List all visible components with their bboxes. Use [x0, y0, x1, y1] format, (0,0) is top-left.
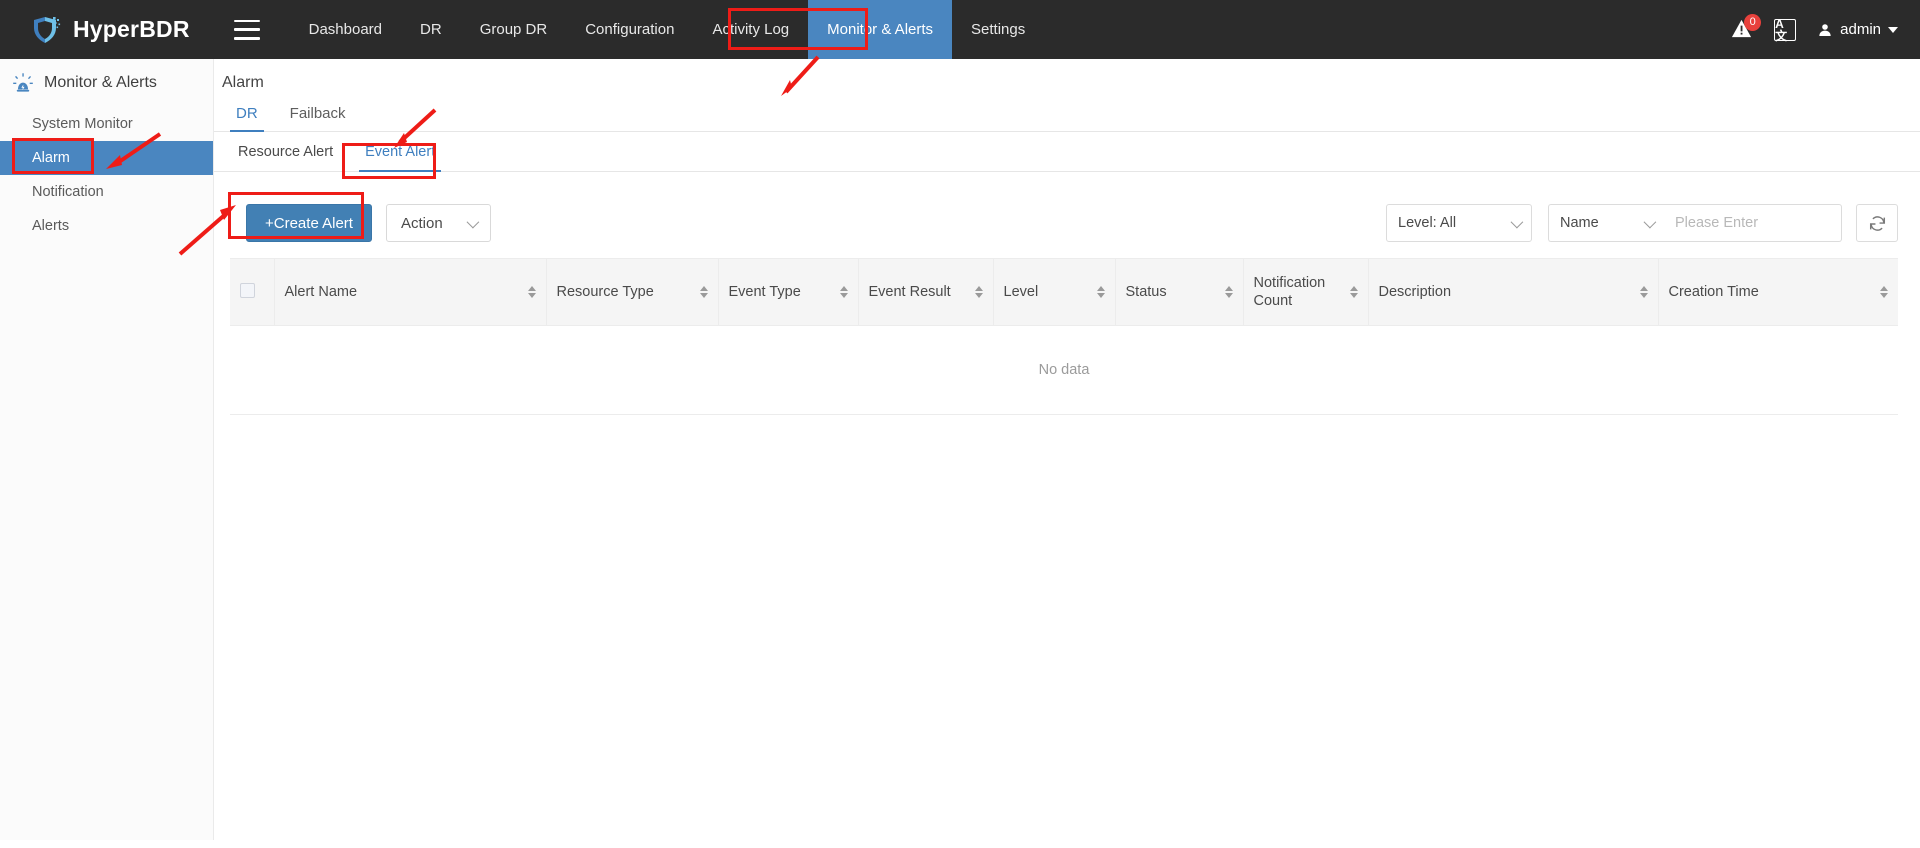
user-avatar-icon [1819, 23, 1831, 36]
secondary-tabs: Resource Alert Event Alert [214, 132, 1920, 172]
tab-failback[interactable]: Failback [276, 105, 364, 131]
table-filters: Level: All Name [1386, 204, 1898, 242]
language-label: A文 [1775, 16, 1788, 43]
sidebar-item-alerts[interactable]: Alerts [0, 209, 213, 243]
nav-item-monitor-alerts[interactable]: Monitor & Alerts [808, 0, 953, 59]
main-nav-items: Dashboard DR Group DR Configuration Acti… [290, 0, 1045, 59]
chevron-down-icon [466, 215, 479, 228]
nav-item-dashboard[interactable]: Dashboard [290, 0, 401, 59]
sidebar-title-label: Monitor & Alerts [44, 74, 157, 91]
sidebar-item-system-monitor[interactable]: System Monitor [0, 107, 213, 141]
sort-icon[interactable] [1880, 286, 1888, 299]
event-alert-table: Alert Name Resource Type Event Type Even… [230, 257, 1898, 416]
sidebar: Monitor & Alerts System Monitor Alarm No… [0, 59, 214, 840]
shield-logo-icon [34, 16, 61, 43]
column-event-type[interactable]: Event Type [718, 257, 859, 327]
nav-item-settings[interactable]: Settings [952, 0, 1044, 59]
column-label: Level [1003, 284, 1039, 301]
table-header: Alert Name Resource Type Event Type Even… [230, 257, 1898, 327]
sort-icon[interactable] [527, 286, 536, 299]
empty-state-text: No data [230, 325, 1898, 416]
nav-item-group-dr[interactable]: Group DR [461, 0, 567, 59]
nav-item-dr[interactable]: DR [401, 0, 461, 59]
level-filter-select[interactable]: Level: All [1386, 204, 1532, 242]
action-dropdown[interactable]: Action [385, 204, 491, 242]
column-creation-time[interactable]: Creation Time [1658, 257, 1898, 327]
hamburger-line [233, 19, 260, 23]
alarm-siren-icon [13, 73, 33, 92]
select-all-column [230, 257, 275, 327]
column-label: Resource Type [556, 284, 654, 301]
sidebar-item-notification[interactable]: Notification [0, 175, 213, 209]
column-status[interactable]: Status [1115, 257, 1244, 327]
search-field-label: Name [1560, 215, 1599, 231]
chevron-down-icon [1643, 215, 1657, 228]
sort-icon[interactable] [699, 286, 708, 299]
sidebar-title: Monitor & Alerts [0, 59, 213, 107]
column-event-result[interactable]: Event Result [858, 257, 994, 327]
top-bar-right-actions: 0 A文 admin [1730, 13, 1898, 43]
alerts-notification-button[interactable]: 0 [1730, 13, 1762, 43]
page-title: Alarm [222, 74, 264, 91]
main-content: Alarm DR Failback Resource Alert Event A… [214, 59, 1920, 848]
chevron-down-icon [1888, 26, 1898, 33]
column-label: Event Type [728, 284, 801, 301]
sort-icon[interactable] [1639, 286, 1648, 299]
column-description[interactable]: Description [1368, 257, 1659, 327]
empty-state-row: No data [230, 325, 1898, 416]
level-filter-label: Level: All [1398, 215, 1457, 231]
hamburger-line [233, 28, 260, 31]
nav-item-configuration[interactable]: Configuration [566, 0, 693, 59]
column-label: Creation Time [1668, 284, 1759, 301]
refresh-button[interactable] [1856, 204, 1898, 242]
action-dropdown-label: Action [400, 214, 443, 232]
sort-icon[interactable] [1349, 286, 1358, 299]
top-navigation-bar: HyperBDR Dashboard DR Group DR Configura… [0, 0, 1920, 59]
tab-dr[interactable]: DR [222, 105, 276, 132]
nav-item-activity-log[interactable]: Activity Log [693, 0, 808, 59]
sort-icon[interactable] [974, 286, 983, 299]
user-name-label: admin [1840, 21, 1881, 38]
create-alert-button[interactable]: +Create Alert [246, 204, 372, 242]
refresh-icon [1869, 215, 1885, 231]
column-label: Status [1125, 284, 1167, 301]
column-label: Alert Name [284, 284, 358, 301]
hamburger-menu-icon[interactable] [233, 19, 260, 40]
column-label: Description [1378, 284, 1452, 301]
sort-icon[interactable] [1096, 286, 1105, 299]
table-header-row: Alert Name Resource Type Event Type Even… [230, 257, 1898, 327]
sort-icon[interactable] [1224, 286, 1233, 299]
column-resource-type[interactable]: Resource Type [546, 257, 719, 327]
column-alert-name[interactable]: Alert Name [274, 257, 547, 327]
select-all-checkbox[interactable] [240, 282, 255, 298]
column-label: Event Result [868, 284, 951, 301]
brand-name: HyperBDR [73, 16, 190, 42]
brand-logo[interactable]: HyperBDR [30, 14, 190, 46]
column-level[interactable]: Level [993, 257, 1116, 327]
content-card: +Create Alert Action Level: All Name Ple… [230, 188, 1898, 848]
search-input[interactable] [1664, 204, 1842, 242]
sidebar-item-alarm[interactable]: Alarm [0, 141, 213, 175]
language-translate-icon[interactable]: A文 [1774, 16, 1797, 43]
tab-resource-alert[interactable]: Resource Alert [222, 132, 349, 171]
sort-icon[interactable] [839, 286, 848, 299]
alerts-count-badge: 0 [1744, 13, 1762, 31]
table-toolbar: +Create Alert Action Level: All Name [230, 188, 1898, 258]
user-menu[interactable]: admin [1817, 21, 1898, 38]
table-body: No data [230, 325, 1898, 416]
tab-event-alert[interactable]: Event Alert [349, 132, 451, 172]
primary-tabs: DR Failback [214, 105, 1920, 132]
search-field-select[interactable]: Name [1548, 204, 1664, 242]
column-notification-count[interactable]: Notification Count [1243, 257, 1369, 327]
column-label: Notification Count [1253, 275, 1326, 310]
chevron-down-icon [1510, 215, 1524, 228]
hamburger-line [233, 36, 260, 40]
